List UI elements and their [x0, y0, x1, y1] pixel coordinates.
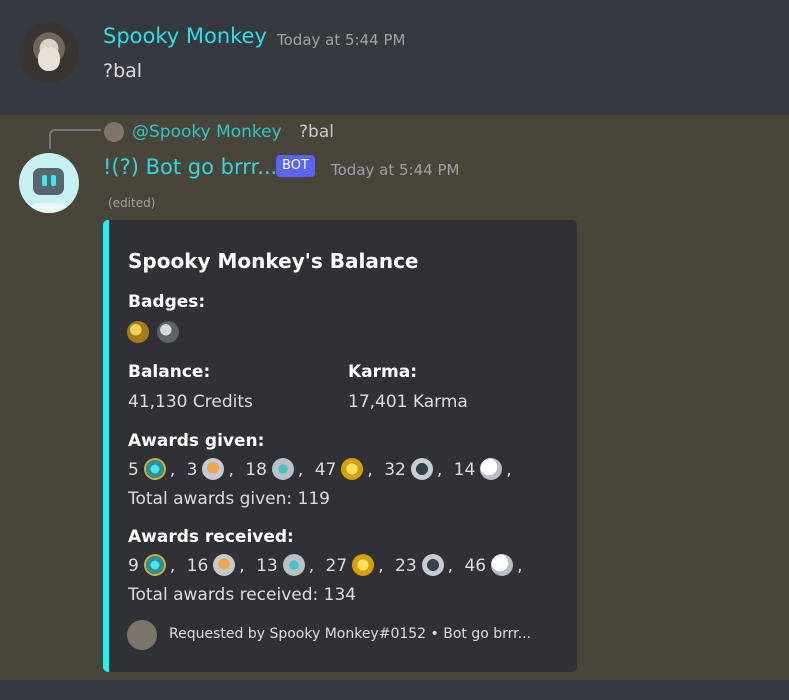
message-timestamp: Today at 5:44 PM	[277, 31, 406, 49]
silver-badge-icon	[157, 321, 179, 343]
author-name[interactable]: Spooky Monkey	[103, 24, 267, 48]
edited-indicator: (edited)	[108, 196, 156, 210]
award-received-item: 16,	[186, 554, 245, 576]
awards-given-list: 5, 3, 18, 47, 32, 14,	[128, 458, 518, 481]
badges-label: Badges:	[128, 292, 206, 312]
award-received-item: 13,	[256, 554, 315, 576]
reply-preview-text: ?bal	[299, 122, 334, 142]
robot-icon	[33, 168, 64, 195]
avatar-face-icon	[38, 47, 60, 71]
awards-received-label: Awards received:	[128, 527, 294, 547]
message-spooky-monkey	[0, 0, 789, 115]
karma-label: Karma:	[348, 362, 418, 382]
award-given-item: 5,	[128, 458, 176, 480]
award-given-item: 14,	[453, 458, 512, 480]
silver-shield-award-icon	[282, 554, 305, 576]
gold-star-award-icon	[352, 554, 375, 576]
white-face-award-icon	[491, 554, 514, 576]
balance-value: 41,130 Credits	[128, 392, 253, 412]
bot-message-timestamp: Today at 5:44 PM	[331, 161, 460, 179]
award-received-item: 23,	[395, 554, 454, 576]
total-awards-received: Total awards received: 134	[128, 585, 357, 605]
robot-eye-icon	[42, 175, 47, 186]
embed-footer: Requested by Spooky Monkey#0152 • Bot go…	[169, 626, 531, 642]
silver-coin-s-award-icon	[410, 458, 433, 480]
bot-avatar[interactable]	[19, 153, 79, 213]
bot-badge: BOT	[276, 155, 315, 177]
total-awards-given: Total awards given: 119	[128, 489, 330, 509]
award-received-item: 9,	[128, 554, 176, 576]
message-content: ?bal	[103, 60, 143, 82]
reply-avatar[interactable]	[104, 122, 124, 142]
silver-shield-award-icon	[271, 458, 294, 480]
awards-received-list: 9, 16, 13, 27, 23, 46,	[128, 554, 529, 577]
robot-body-icon	[31, 203, 67, 213]
reply-connector-icon	[49, 129, 101, 149]
teal-gem-award-icon	[143, 458, 166, 480]
balance-label: Balance:	[128, 362, 211, 382]
silver-coin-s-award-icon	[421, 554, 444, 576]
award-given-item: 18,	[245, 458, 304, 480]
gold-star-award-icon	[341, 458, 364, 480]
teal-gem-award-icon	[143, 554, 166, 576]
award-given-item: 3,	[186, 458, 234, 480]
orange-heart-award-icon	[202, 458, 225, 480]
bot-name[interactable]: !(?) Bot go brrr...	[103, 155, 277, 179]
white-face-award-icon	[480, 458, 503, 480]
awards-given-label: Awards given:	[128, 431, 265, 451]
chat-bottom-strip	[0, 680, 789, 700]
award-received-item: 27,	[325, 554, 384, 576]
robot-eye-icon	[51, 175, 56, 186]
award-received-item: 46,	[464, 554, 523, 576]
orange-heart-award-icon	[213, 554, 236, 576]
avatar[interactable]	[19, 23, 79, 83]
gold-badge-icon	[127, 321, 149, 343]
award-given-item: 32,	[384, 458, 443, 480]
karma-value: 17,401 Karma	[348, 392, 468, 412]
award-given-item: 47,	[314, 458, 373, 480]
footer-avatar	[127, 620, 157, 650]
reply-mention[interactable]: @Spooky Monkey	[132, 122, 282, 142]
embed-title: Spooky Monkey's Balance	[128, 249, 419, 273]
